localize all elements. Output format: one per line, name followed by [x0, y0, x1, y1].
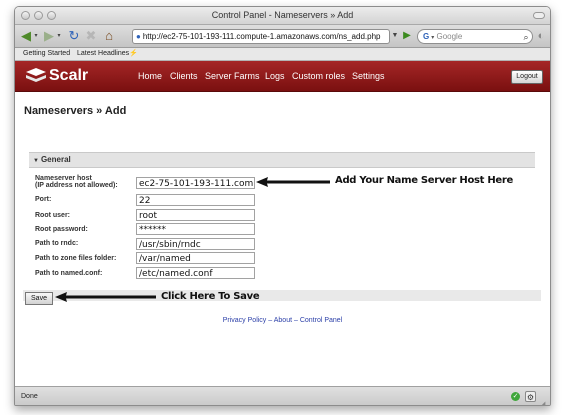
path-to-named-conf-label: Path to named.conf:	[35, 270, 103, 277]
path-to-zone-files-label: Path to zone files folder:	[35, 255, 117, 262]
page-footer: Privacy Policy – About – Control Panel	[15, 317, 550, 324]
stop-icon[interactable]: ✖	[84, 28, 98, 44]
window-title: Control Panel - Nameservers » Add	[211, 10, 354, 20]
section-general-label: General	[40, 155, 71, 164]
port-label: Port:	[35, 196, 52, 203]
path-to-rndc-label: Path to rndc:	[35, 240, 79, 247]
root-password-label: Root password:	[35, 226, 88, 233]
search-placeholder: Google	[436, 32, 463, 41]
bookmark-getting-started[interactable]: Getting Started	[23, 48, 70, 60]
nav-home[interactable]: Home	[138, 71, 162, 81]
host-callout-arrow-icon	[256, 177, 330, 187]
back-history-chevron-icon[interactable]: ▾	[33, 28, 39, 44]
nameserver-host-sublabel: (IP address not allowed):	[35, 182, 118, 189]
path-to-rndc-input[interactable]: /usr/sbin/rndc	[136, 238, 255, 250]
nav-logs[interactable]: Logs	[265, 71, 285, 81]
save-button[interactable]: Save	[25, 292, 53, 305]
resize-grip-icon[interactable]: ◢	[540, 395, 545, 405]
nameserver-host-input[interactable]: ec2-75-101-193-111.com	[136, 177, 255, 189]
nav-custom-roles[interactable]: Custom roles	[292, 71, 345, 81]
activity-spinner-icon: ◐	[537, 30, 545, 42]
footer-about-link[interactable]: About	[274, 317, 292, 324]
search-engine-chevron-icon[interactable]: ▾	[431, 35, 434, 41]
nav-server-farms[interactable]: Server Farms	[205, 71, 260, 81]
app-logo: Scalr	[49, 67, 89, 84]
nav-clients[interactable]: Clients	[170, 71, 198, 81]
browser-toolbar: ◀ ▾ ▶ ▾ ↻ ✖ ⌂ ● http://ec2-75-101-193-111…	[15, 25, 550, 48]
toolbar-toggle-button[interactable]	[533, 12, 545, 19]
footer-separator: –	[268, 317, 273, 324]
field-label-nameserver-host: Nameserver host (IP address not allowed)…	[35, 175, 118, 189]
root-user-label: Root user:	[35, 212, 70, 219]
save-callout-text: Click Here To Save	[161, 291, 260, 302]
collapse-triangle-icon: ▼	[33, 158, 39, 164]
home-icon[interactable]: ⌂	[102, 28, 116, 44]
back-arrow-icon[interactable]: ◀	[19, 28, 33, 44]
title-bar: Control Panel - Nameservers » Add	[15, 7, 550, 25]
url-bar[interactable]: ● http://ec2-75-101-193-111.compute-1.ama…	[132, 29, 390, 44]
search-input[interactable]: G ▾ Google	[417, 29, 533, 44]
save-callout-arrow-icon	[55, 292, 156, 302]
browser-window: Control Panel - Nameservers » Add ◀ ▾ ▶ …	[14, 6, 551, 406]
search-magnifier-icon[interactable]: ⌕	[521, 29, 531, 45]
logout-button[interactable]: Logout	[511, 70, 543, 84]
status-bar: Done ✓ ⚙ ◢	[15, 386, 550, 405]
app-header: Scalr Home Clients Server Farms Logs Cus…	[15, 61, 550, 92]
root-user-input[interactable]: root	[136, 209, 255, 221]
site-globe-icon: ●	[136, 32, 141, 41]
path-to-zone-files-input[interactable]: /var/named	[136, 252, 255, 264]
page-content: Scalr Home Clients Server Farms Logs Cus…	[15, 61, 550, 386]
google-logo-icon: G	[423, 32, 430, 41]
forward-history-chevron-icon[interactable]: ▾	[56, 28, 62, 44]
path-to-named-conf-input[interactable]: /etc/named.conf	[136, 267, 255, 279]
footer-control-panel-link[interactable]: Control Panel	[300, 317, 342, 324]
url-history-chevron-icon[interactable]: ▼	[391, 28, 399, 44]
port-input[interactable]: 22	[136, 194, 255, 206]
reload-icon[interactable]: ↻	[67, 28, 81, 44]
security-check-icon[interactable]: ✓	[511, 392, 520, 401]
url-text: http://ec2-75-101-193-111.compute-1.amaz…	[142, 32, 381, 41]
status-text: Done	[21, 393, 38, 400]
nav-settings[interactable]: Settings	[352, 71, 385, 81]
bookmark-latest-headlines-label: Latest Headlines	[77, 50, 130, 57]
forward-arrow-icon[interactable]: ▶	[42, 28, 56, 44]
section-general-header[interactable]: ▼ General	[29, 152, 535, 168]
rss-feed-icon: ⚡	[129, 50, 138, 57]
footer-privacy-policy-link[interactable]: Privacy Policy	[223, 317, 267, 324]
go-arrow-icon[interactable]: ▶	[401, 28, 413, 44]
host-callout-text: Add Your Name Server Host Here	[335, 175, 514, 186]
page-title: Nameservers » Add	[24, 105, 127, 117]
bookmarks-bar: Getting Started Latest Headlines⚡	[15, 48, 550, 61]
bookmark-latest-headlines[interactable]: Latest Headlines⚡	[77, 48, 138, 60]
settings-gear-icon[interactable]: ⚙	[525, 391, 536, 402]
nameserver-host-label: Nameserver host	[35, 175, 92, 182]
scalr-logo-icon	[26, 68, 46, 82]
footer-separator: –	[293, 317, 298, 324]
root-password-input[interactable]: ******	[136, 223, 255, 235]
